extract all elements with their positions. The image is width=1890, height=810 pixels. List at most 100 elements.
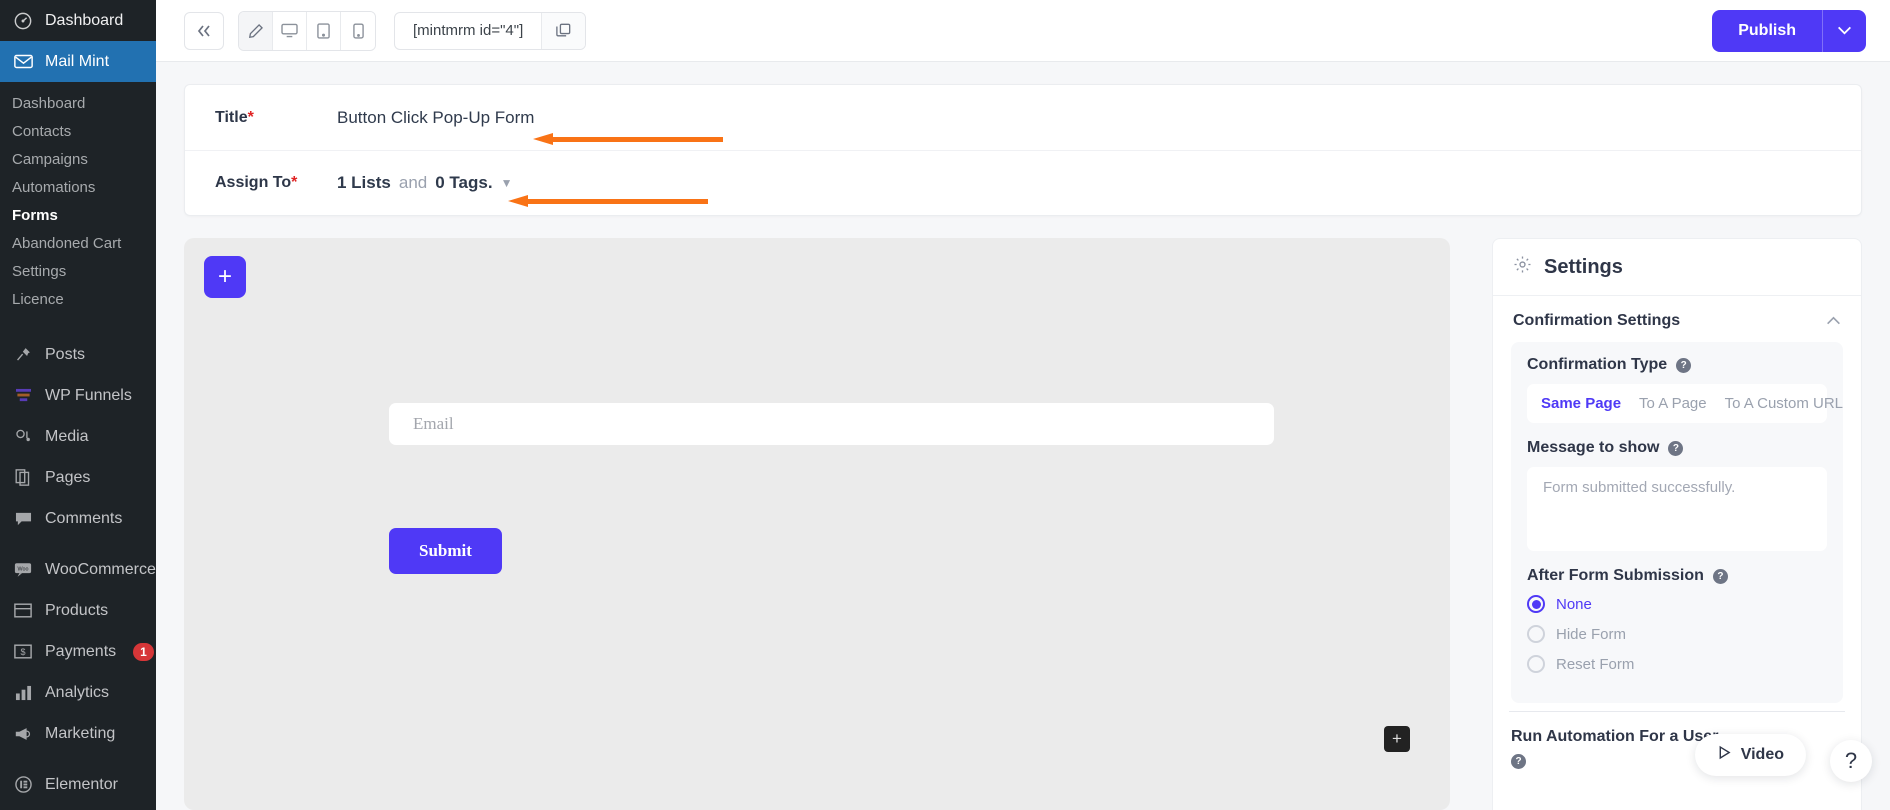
email-field-wrapper: Email <box>389 403 1274 445</box>
sidebar-item-templates[interactable]: Templates <box>0 805 156 810</box>
sidebar-item-label: Analytics <box>45 683 110 701</box>
radio-none-label: None <box>1556 595 1592 613</box>
submenu-settings[interactable]: Settings <box>0 258 156 286</box>
sidebar-item-label: Marketing <box>45 724 116 742</box>
assign-to-label-text: Assign To <box>215 174 292 191</box>
assign-to-dropdown[interactable]: 1 Lists and 0 Tags. ▼ <box>337 173 512 193</box>
help-icon[interactable]: ? <box>1511 754 1526 769</box>
sidebar-item-label: Pages <box>45 468 91 486</box>
confirmation-type-label-text: Confirmation Type <box>1527 356 1668 373</box>
publish-button-group[interactable]: Publish <box>1712 9 1866 52</box>
main-area: [mintmrm id="4"] Publish Title* Button C… <box>156 0 1890 810</box>
radio-none-dot[interactable] <box>1527 595 1545 613</box>
add-field-button[interactable]: + <box>1384 726 1410 752</box>
submit-button[interactable]: Submit <box>389 528 502 574</box>
confirmation-settings-section-header[interactable]: Confirmation Settings <box>1493 296 1861 342</box>
title-row: Title* Button Click Pop-Up Form <box>185 85 1861 150</box>
tab-to-a-page[interactable]: To A Page <box>1639 395 1707 412</box>
submenu-dashboard[interactable]: Dashboard <box>0 90 156 118</box>
payments-icon: $ <box>12 642 34 662</box>
radio-none[interactable]: None <box>1527 595 1827 613</box>
tab-same-page[interactable]: Same Page <box>1541 395 1621 412</box>
message-to-show-label-text: Message to show <box>1527 439 1660 456</box>
sidebar-item-comments[interactable]: Comments <box>0 498 156 539</box>
sidebar-item-wp-funnels[interactable]: WP Funnels <box>0 375 156 416</box>
submenu-automations[interactable]: Automations <box>0 174 156 202</box>
play-icon <box>1717 745 1732 765</box>
submenu-forms[interactable]: Forms <box>0 202 156 230</box>
gauge-icon <box>12 11 34 31</box>
confirmation-settings-title: Confirmation Settings <box>1513 312 1681 329</box>
radio-reset-form[interactable]: Reset Form <box>1527 655 1827 673</box>
mailmint-submenu[interactable]: Dashboard Contacts Campaigns Automations… <box>0 82 156 324</box>
title-input[interactable]: Button Click Pop-Up Form <box>337 108 534 128</box>
sidebar-item-elementor[interactable]: Elementor <box>0 764 156 805</box>
run-automation-section[interactable]: Run Automation For a User ? <box>1493 712 1861 769</box>
confirmation-type-tabs[interactable]: Same Page To A Page To A Custom URL <box>1527 384 1843 423</box>
pin-icon <box>12 345 34 365</box>
edit-mode-icon[interactable] <box>239 11 273 50</box>
wp-admin-sidebar[interactable]: Dashboard Mail Mint Dashboard Contacts C… <box>0 0 156 810</box>
radio-hide-form-label: Hide Form <box>1556 625 1627 643</box>
publish-button[interactable]: Publish <box>1712 10 1822 52</box>
svg-text:$: $ <box>20 647 25 657</box>
funnel-icon <box>12 386 34 406</box>
envelope-icon <box>12 52 34 72</box>
assign-to-label: Assign To* <box>215 174 337 192</box>
sidebar-item-pages[interactable]: Pages <box>0 457 156 498</box>
radio-reset-form-dot[interactable] <box>1527 655 1545 673</box>
sidebar-item-marketing[interactable]: Marketing <box>0 713 156 754</box>
sidebar-item-payments[interactable]: $ Payments 1 <box>0 631 156 672</box>
form-canvas[interactable]: + Email Submit + <box>184 238 1450 810</box>
sidebar-divider-3 <box>0 754 156 764</box>
sidebar-item-products[interactable]: Products <box>0 590 156 631</box>
sidebar-item-analytics[interactable]: Analytics <box>0 672 156 713</box>
submenu-contacts[interactable]: Contacts <box>0 118 156 146</box>
sidebar-item-mail-mint[interactable]: Mail Mint <box>0 41 156 82</box>
radio-hide-form-dot[interactable] <box>1527 625 1545 643</box>
sidebar-item-posts[interactable]: Posts <box>0 334 156 375</box>
form-meta-card: Title* Button Click Pop-Up Form Assign T… <box>184 84 1862 216</box>
message-to-show-textarea[interactable]: Form submitted successfully. <box>1527 467 1827 551</box>
desktop-preview-icon[interactable] <box>273 11 307 50</box>
shortcode-field[interactable]: [mintmrm id="4"] <box>394 11 587 50</box>
mobile-preview-icon[interactable] <box>341 11 375 50</box>
sidebar-item-label: Comments <box>45 509 123 527</box>
add-block-button[interactable]: + <box>204 256 246 298</box>
confirmation-settings-panel: Confirmation Type ? Same Page To A Page … <box>1511 342 1843 703</box>
radio-hide-form[interactable]: Hide Form <box>1527 625 1827 643</box>
email-input[interactable]: Email <box>389 403 1274 445</box>
comment-icon <box>12 509 34 529</box>
sidebar-item-dashboard[interactable]: Dashboard <box>0 0 156 41</box>
help-icon[interactable]: ? <box>1668 440 1684 456</box>
help-icon[interactable]: ? <box>1676 357 1692 373</box>
sidebar-item-media[interactable]: Media <box>0 416 156 457</box>
collapse-sidebar-button[interactable] <box>184 11 224 50</box>
assign-lists-count: 1 Lists <box>337 173 391 192</box>
video-label: Video <box>1740 746 1784 763</box>
tablet-preview-icon[interactable] <box>307 11 341 50</box>
sidebar-item-label: Dashboard <box>45 11 124 29</box>
help-button[interactable]: ? <box>1830 740 1872 782</box>
chevron-down-icon[interactable] <box>1822 9 1866 52</box>
sidebar-item-woocommerce[interactable]: Woo WooCommerce <box>0 549 156 590</box>
tab-to-a-custom-url[interactable]: To A Custom URL <box>1725 395 1843 412</box>
chevron-up-icon[interactable] <box>1826 312 1841 330</box>
radio-reset-form-label: Reset Form <box>1556 655 1635 673</box>
shortcode-value[interactable]: [mintmrm id="4"] <box>395 13 541 49</box>
settings-panel: Settings Confirmation Settings Confirmat… <box>1492 238 1862 810</box>
analytics-icon <box>12 683 34 703</box>
assign-required-marker: * <box>291 174 298 191</box>
submenu-licence[interactable]: Licence <box>0 286 156 314</box>
copy-shortcode-icon[interactable] <box>541 12 586 49</box>
chevron-down-icon[interactable]: ▼ <box>501 176 513 190</box>
assign-to-row: Assign To* 1 Lists and 0 Tags. ▼ <box>185 150 1861 215</box>
submenu-abandoned-cart[interactable]: Abandoned Cart <box>0 230 156 258</box>
media-icon <box>12 427 34 447</box>
submenu-campaigns[interactable]: Campaigns <box>0 146 156 174</box>
video-help-button[interactable]: Video <box>1694 734 1806 776</box>
assign-tags-count: 0 Tags. <box>435 173 493 192</box>
help-icon[interactable]: ? <box>1712 568 1728 584</box>
device-preview-group[interactable] <box>238 10 376 51</box>
sidebar-item-label: Elementor <box>45 775 118 793</box>
